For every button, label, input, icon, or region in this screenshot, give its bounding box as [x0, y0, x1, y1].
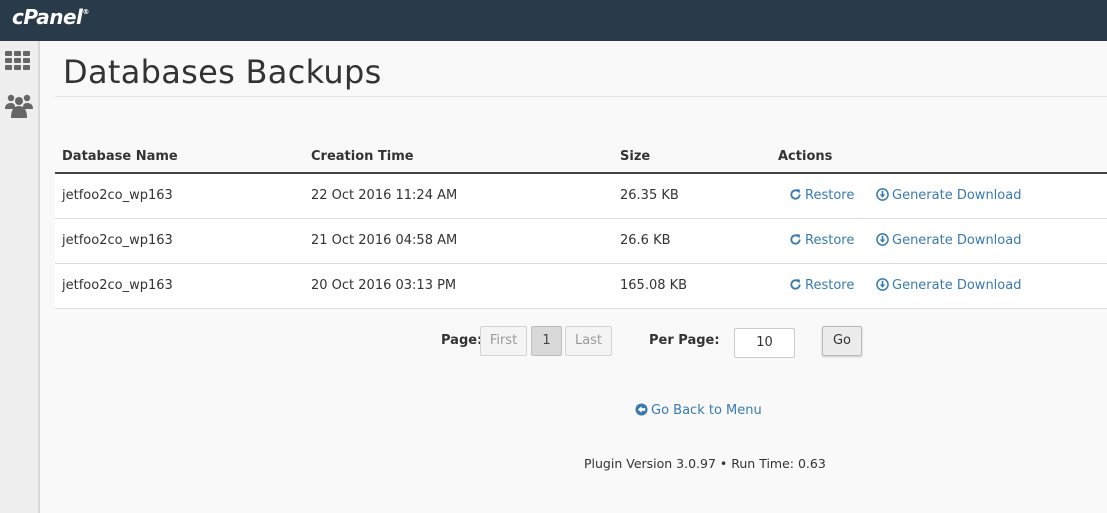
per-page-input[interactable]: 10 [734, 328, 795, 358]
logo-registered-mark: ® [82, 8, 89, 16]
table-row: jetfoo2co_wp163 21 Oct 2016 04:58 AM 26.… [55, 219, 1107, 264]
database-name-cell: jetfoo2co_wp163 [62, 278, 173, 293]
generate-download-link[interactable]: Generate Download [876, 233, 1021, 248]
page-label: Page: [441, 333, 483, 348]
download-label: Generate Download [892, 278, 1022, 293]
header-creation-time: Creation Time [311, 149, 414, 164]
logo-text: cPanel [12, 5, 83, 29]
go-button[interactable]: Go [822, 326, 862, 356]
download-label: Generate Download [892, 188, 1022, 203]
grid-icon[interactable] [5, 49, 33, 77]
creation-time-cell: 21 Oct 2016 04:58 AM [311, 233, 458, 248]
plugin-version-footer: Plugin Version 3.0.97 • Run Time: 0.63 [584, 456, 826, 471]
refresh-icon [790, 233, 801, 245]
size-cell: 26.35 KB [620, 188, 679, 203]
restore-link[interactable]: Restore [789, 233, 854, 248]
go-back-to-menu-link[interactable]: Go Back to Menu [635, 403, 762, 418]
last-page-button[interactable]: Last [565, 326, 612, 356]
database-name-cell: jetfoo2co_wp163 [62, 233, 173, 248]
database-name-cell: jetfoo2co_wp163 [62, 188, 173, 203]
download-label: Generate Download [892, 233, 1022, 248]
restore-label: Restore [805, 188, 855, 203]
generate-download-link[interactable]: Generate Download [876, 278, 1021, 293]
creation-time-cell: 20 Oct 2016 03:13 PM [311, 278, 457, 293]
header-actions: Actions [778, 149, 833, 164]
size-cell: 165.08 KB [620, 278, 688, 293]
page-title: Databases Backups [63, 53, 382, 91]
first-page-button[interactable]: First [480, 326, 527, 356]
restore-label: Restore [805, 233, 855, 248]
download-circle-icon [876, 188, 889, 201]
per-page-label: Per Page: [649, 333, 720, 348]
users-icon[interactable] [5, 91, 33, 119]
table-row: jetfoo2co_wp163 22 Oct 2016 11:24 AM 26.… [55, 174, 1107, 219]
restore-link[interactable]: Restore [789, 278, 854, 293]
refresh-icon [790, 278, 801, 290]
current-page-button[interactable]: 1 [531, 326, 562, 356]
download-circle-icon [876, 278, 889, 291]
restore-label: Restore [805, 278, 855, 293]
arrow-left-circle-icon [635, 403, 648, 416]
left-sidebar [0, 41, 40, 513]
refresh-icon [790, 188, 801, 200]
title-divider [55, 96, 1107, 97]
top-bar: cPanel® [0, 0, 1107, 41]
creation-time-cell: 22 Oct 2016 11:24 AM [311, 188, 458, 203]
generate-download-link[interactable]: Generate Download [876, 188, 1021, 203]
size-cell: 26.6 KB [620, 233, 671, 248]
restore-link[interactable]: Restore [789, 188, 854, 203]
header-database-name: Database Name [62, 149, 178, 164]
cpanel-logo[interactable]: cPanel® [12, 5, 89, 29]
table-row: jetfoo2co_wp163 20 Oct 2016 03:13 PM 165… [55, 264, 1107, 309]
go-back-label: Go Back to Menu [651, 403, 762, 418]
header-size: Size [620, 149, 651, 164]
download-circle-icon [876, 233, 889, 246]
